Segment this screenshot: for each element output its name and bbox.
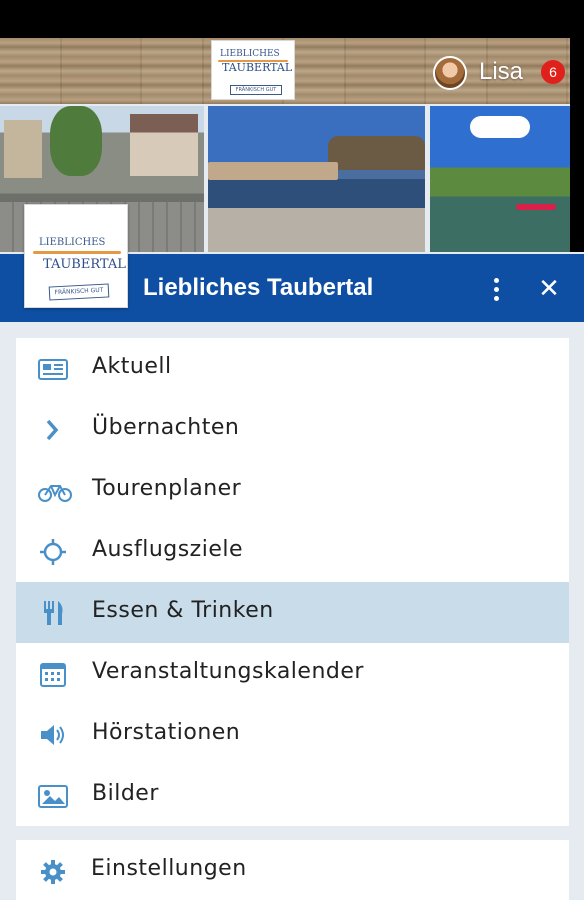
image-icon [38, 783, 68, 809]
menu-item-label: Hörstationen [92, 720, 241, 745]
photo-half-timbered-house [130, 114, 198, 176]
status-bar [0, 0, 584, 38]
logo-stamp: FRÄNKISCH GUT [230, 85, 282, 95]
close-icon[interactable]: ✕ [534, 274, 564, 304]
logo-wave [33, 251, 121, 254]
photo-river-bridge[interactable] [208, 106, 425, 252]
header-logo[interactable]: LIEBLICHES TAUBERTAL FRÄNKISCH GUT [211, 40, 295, 100]
logo-line1: LIEBLICHES [39, 237, 106, 248]
photo-cloud [470, 116, 530, 138]
photo-bridge [208, 162, 338, 180]
menu-item-veranstaltungskalender[interactable]: Veranstaltungskalender [16, 643, 569, 704]
menu-item-ausflugsziele[interactable]: Ausflugsziele [16, 521, 569, 582]
menu-item-label: Ausflugsziele [92, 537, 244, 562]
menu-item-einstellungen[interactable]: Einstellungen [16, 840, 569, 900]
dot [494, 296, 499, 301]
cutlery-icon [38, 600, 68, 626]
sun-icon [38, 539, 68, 565]
menu-item-label: Aktuell [92, 354, 172, 379]
dot [494, 287, 499, 292]
navigation-menu: Aktuell Übernachten Tourenplaner Ausflug… [16, 338, 569, 826]
avatar[interactable] [433, 56, 467, 90]
menu-item-label: Essen & Trinken [92, 598, 274, 623]
settings-label: Einstellungen [91, 856, 247, 881]
overflow-menu-icon[interactable] [486, 276, 506, 304]
logo-line2: TAUBERTAL [222, 61, 293, 74]
user-name[interactable]: Lisa [479, 58, 523, 86]
menu-item-tourenplaner[interactable]: Tourenplaner [16, 460, 569, 521]
menu-item-uebernachten[interactable]: Übernachten [16, 399, 569, 460]
bicycle-icon [38, 478, 72, 504]
menu-item-bilder[interactable]: Bilder [16, 765, 569, 826]
chevron-right-icon [38, 417, 68, 443]
menu-item-label: Veranstaltungskalender [92, 659, 364, 684]
logo-stamp: FRÄNKISCH GUT [48, 283, 110, 301]
calendar-icon [38, 661, 68, 687]
menu-item-label: Bilder [92, 781, 159, 806]
menu-item-essen-trinken[interactable]: Essen & Trinken [16, 582, 569, 643]
photo-trees [328, 136, 425, 170]
photo-building [4, 120, 42, 178]
logo-line1: LIEBLICHES [220, 49, 280, 59]
speaker-icon [38, 722, 68, 748]
photo-river-canoe[interactable] [430, 106, 570, 252]
app-title: Liebliches Taubertal [143, 274, 374, 301]
photo-canoe [516, 204, 556, 210]
newspaper-icon [38, 356, 68, 382]
menu-item-aktuell[interactable]: Aktuell [16, 338, 569, 399]
menu-item-label: Tourenplaner [92, 476, 242, 501]
edge-strip [570, 38, 584, 252]
app-screen: LIEBLICHES TAUBERTAL FRÄNKISCH GUT Lisa … [0, 0, 584, 900]
menu-item-hoerstationen[interactable]: Hörstationen [16, 704, 569, 765]
dot [494, 278, 499, 283]
logo-line2: TAUBERTAL [43, 257, 126, 272]
photo-tree [50, 106, 102, 176]
menu-item-label: Übernachten [92, 415, 240, 440]
notification-badge[interactable]: 6 [541, 60, 565, 84]
gear-icon [40, 859, 66, 885]
drawer-logo: LIEBLICHES TAUBERTAL FRÄNKISCH GUT [24, 204, 128, 308]
